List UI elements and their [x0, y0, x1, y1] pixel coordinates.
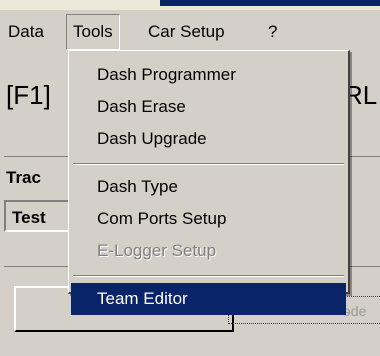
- menu-item-dash-type[interactable]: Dash Type: [71, 171, 346, 203]
- title-bar-fragment: [160, 0, 380, 6]
- tools-dropdown-menu: Dash Programmer Dash Erase Dash Upgrade …: [68, 50, 350, 315]
- menu-item-dash-upgrade[interactable]: Dash Upgrade: [71, 123, 346, 155]
- track-select[interactable]: Test: [4, 200, 76, 232]
- menu-bar: Data Tools Car Setup ?: [0, 14, 380, 50]
- track-label: Trac: [6, 168, 41, 187]
- menu-separator: [73, 163, 344, 165]
- menu-item-dash-programmer[interactable]: Dash Programmer: [71, 59, 346, 91]
- window-top-edge: [0, 0, 380, 10]
- menu-tools[interactable]: Tools: [66, 14, 120, 50]
- menu-separator-2: [73, 275, 344, 277]
- menu-item-com-ports-setup[interactable]: Com Ports Setup: [71, 203, 346, 235]
- menu-item-e-logger-setup: E-Logger Setup: [97, 241, 217, 260]
- page-title-left: [F1]: [6, 80, 51, 110]
- menu-data[interactable]: Data: [2, 14, 50, 50]
- menu-item-dash-erase[interactable]: Dash Erase: [71, 91, 346, 123]
- menu-help[interactable]: ?: [262, 14, 283, 50]
- menu-item-team-editor[interactable]: Team Editor: [71, 283, 346, 315]
- menu-car-setup[interactable]: Car Setup: [142, 14, 231, 50]
